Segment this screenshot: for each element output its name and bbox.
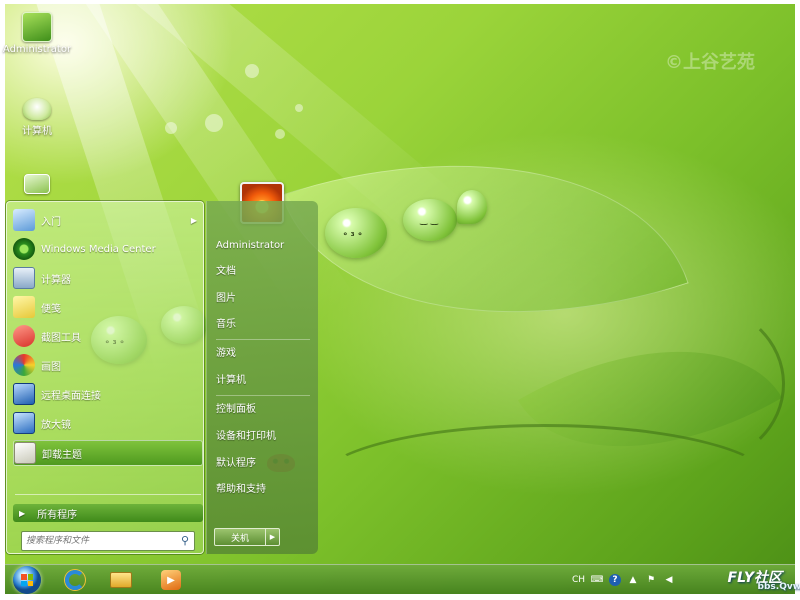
places-item-computer[interactable]: 计算机 (216, 370, 314, 392)
program-item-media-center[interactable]: Windows Media Center (13, 236, 203, 262)
paint-icon (13, 354, 35, 376)
program-item-uninstall-theme[interactable]: 卸载主题 (13, 440, 203, 466)
arrow-right-icon: ▶ (269, 533, 276, 541)
places-item-pictures[interactable]: 图片 (216, 288, 314, 310)
taskbar-pin-internet-explorer[interactable] (57, 568, 93, 592)
start-menu: 入门 ▶ Windows Media Center 计算器 便笺 截图工具 画图… (3, 198, 319, 560)
triangle-right-icon: ▶ (19, 508, 26, 518)
desktop-icon-label: 计算机 (22, 126, 52, 137)
program-label: 入门 (41, 216, 61, 228)
remote-desktop-icon (13, 383, 35, 405)
search-box[interactable]: ⚲ (21, 531, 195, 551)
internet-explorer-icon (65, 570, 85, 590)
taskbar-pin-media-player[interactable]: ▶ (153, 568, 189, 592)
getting-started-icon (13, 209, 35, 231)
shutdown-options-button[interactable]: ▶ (266, 528, 280, 546)
desktop-icon-administrator[interactable]: Administrator (2, 12, 72, 55)
site-watermark: FLY社区 bbs.Qvw.cn (728, 567, 800, 592)
places-item-games[interactable]: 游戏 (216, 343, 314, 365)
drop-face: ‿ ‿ (420, 216, 439, 226)
program-label: 计算器 (41, 274, 71, 286)
program-item-calculator[interactable]: 计算器 (13, 265, 203, 291)
program-item-sticky-notes[interactable]: 便笺 (13, 294, 203, 320)
snipping-tool-icon (13, 325, 35, 347)
program-label: 卸载主题 (42, 449, 82, 461)
program-item-remote-desktop[interactable]: 远程桌面连接 (13, 381, 203, 407)
media-player-icon: ▶ (161, 570, 181, 590)
computer-icon (23, 98, 51, 120)
program-label: 便笺 (41, 303, 61, 315)
places-item-devices-printers[interactable]: 设备和打印机 (216, 426, 314, 448)
volume-icon[interactable]: ◀ (663, 574, 675, 586)
language-indicator[interactable]: CH (572, 575, 585, 585)
search-input[interactable] (26, 533, 176, 549)
water-drop (457, 190, 487, 224)
start-menu-places-pane: Administrator 文档 图片 音乐 游戏 计算机 控制面板 设备和打印… (206, 201, 318, 554)
program-item-magnifier[interactable]: 放大镜 (13, 410, 203, 436)
program-label: 放大镜 (41, 419, 71, 431)
windows-logo-icon (21, 574, 33, 586)
drop-face: ° ³ ° (343, 232, 363, 242)
program-item-paint[interactable]: 画图 (13, 352, 203, 378)
bokeh-dot (165, 122, 177, 134)
leaf-stem (315, 424, 775, 544)
program-label: 画图 (41, 361, 61, 373)
shutdown-button[interactable]: 关机 (214, 528, 266, 546)
media-center-icon (13, 238, 35, 260)
places-item-control-panel[interactable]: 控制面板 (216, 399, 314, 421)
places-item-default-programs[interactable]: 默认程序 (216, 453, 314, 475)
program-label: 远程桌面连接 (41, 390, 101, 402)
bokeh-dot (245, 64, 259, 78)
calculator-icon (13, 267, 35, 289)
menu-separator (216, 395, 310, 396)
all-programs-button[interactable]: ▶ 所有程序 (13, 504, 203, 522)
start-menu-programs-pane: 入门 ▶ Windows Media Center 计算器 便笺 截图工具 画图… (6, 201, 204, 554)
taskbar-pin-file-explorer[interactable] (103, 568, 139, 592)
menu-separator (216, 339, 310, 340)
show-hidden-icon[interactable]: ▲ (627, 574, 639, 586)
desktop-icon-computer[interactable]: 计算机 (2, 98, 72, 137)
start-button[interactable] (13, 566, 41, 594)
desktop-icon-network[interactable] (2, 174, 72, 196)
bokeh-dot (295, 104, 303, 112)
all-programs-label: 所有程序 (37, 509, 78, 521)
program-item-getting-started[interactable]: 入门 ▶ (13, 207, 203, 233)
watermark-url: bbs.Qvw.cn (757, 582, 800, 592)
help-icon[interactable]: ? (609, 574, 621, 586)
bokeh-dot (275, 129, 285, 139)
taskbar: ▶ CH ⌨ ? ▲ ⚑ ◀ (5, 564, 795, 594)
corner-watermark: ©上谷艺苑 (665, 52, 755, 73)
shutdown-group: 关机 ▶ (214, 528, 280, 546)
program-label: 截图工具 (41, 332, 81, 344)
desktop-icon-label: Administrator (2, 44, 72, 55)
file-explorer-icon (110, 572, 132, 588)
submenu-arrow-icon: ▶ (190, 215, 197, 225)
program-item-snipping-tool[interactable]: 截图工具 (13, 323, 203, 349)
sticky-notes-icon (13, 296, 35, 318)
places-item-documents[interactable]: 文档 (216, 261, 314, 283)
network-icon (24, 174, 50, 194)
uninstall-theme-icon (14, 442, 36, 464)
places-item-help-support[interactable]: 帮助和支持 (216, 479, 314, 501)
program-label: Windows Media Center (41, 243, 156, 255)
bokeh-dot (205, 114, 223, 132)
places-item-administrator[interactable]: Administrator (216, 235, 314, 257)
keyboard-icon[interactable]: ⌨ (591, 574, 604, 586)
magnifier-icon (13, 412, 35, 434)
search-icon[interactable]: ⚲ (181, 534, 189, 547)
places-item-music[interactable]: 音乐 (216, 314, 314, 336)
menu-separator (15, 494, 201, 495)
action-center-icon[interactable]: ⚑ (645, 574, 657, 586)
user-folder-icon (22, 12, 52, 42)
